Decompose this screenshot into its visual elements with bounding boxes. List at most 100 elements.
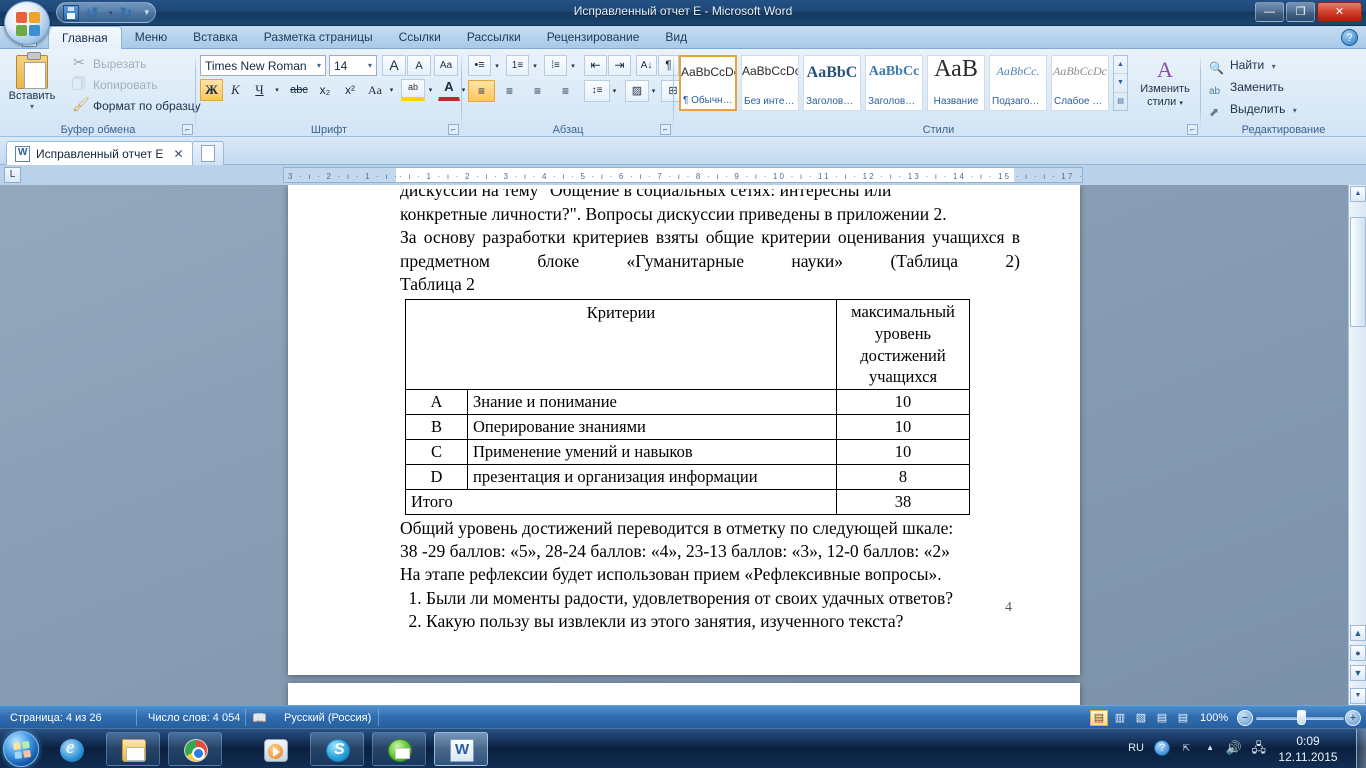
- subscript-button[interactable]: x₂: [313, 79, 337, 101]
- bullets-dropdown-icon[interactable]: ▾: [491, 55, 503, 76]
- document-tab-active[interactable]: Исправленный отчет Е ✕: [6, 141, 193, 165]
- select-dropdown-icon[interactable]: ▾: [1293, 106, 1297, 115]
- highlight-dropdown-icon[interactable]: ▾: [425, 79, 436, 101]
- font-color-button[interactable]: A: [438, 79, 460, 101]
- styles-gallery-scroll[interactable]: ▲ ▼ ▤: [1113, 55, 1128, 111]
- change-case-dropdown-icon[interactable]: ▾: [386, 79, 397, 101]
- change-styles-button[interactable]: A Изменить стили ▾: [1135, 57, 1195, 110]
- decrease-indent-button[interactable]: ⇤: [584, 55, 607, 76]
- clock[interactable]: 0:09 12.11.2015: [1264, 733, 1352, 765]
- style-item-normal[interactable]: AaBbCcDc ¶ Обычный: [679, 55, 737, 111]
- paragraph-dialog-launcher-icon[interactable]: ⌐: [660, 124, 671, 135]
- styles-more-icon[interactable]: ▤: [1114, 93, 1127, 110]
- underline-button[interactable]: Ч: [248, 79, 271, 101]
- bullets-button[interactable]: •≡: [468, 55, 491, 76]
- styles-dialog-launcher-icon[interactable]: ⌐: [1187, 124, 1198, 135]
- view-draft-button[interactable]: ▤: [1174, 710, 1192, 726]
- line-spacing-dropdown-icon[interactable]: ▾: [609, 80, 620, 102]
- replace-button[interactable]: ab Заменить: [1209, 77, 1284, 97]
- chevron-down-icon[interactable]: ▾: [368, 61, 372, 70]
- multilevel-list-button[interactable]: ⁞≡: [544, 55, 567, 76]
- select-button[interactable]: ⬈ Выделить ▾: [1209, 99, 1297, 119]
- superscript-button[interactable]: x²: [338, 79, 362, 101]
- redo-icon[interactable]: ↻: [120, 5, 136, 21]
- zoom-out-button[interactable]: −: [1237, 710, 1253, 726]
- tab-vstavka[interactable]: Вставка: [180, 26, 251, 49]
- new-document-tab[interactable]: [192, 141, 224, 165]
- paste-dropdown-icon[interactable]: ▾: [6, 102, 58, 111]
- view-web-layout-button[interactable]: ▧: [1132, 710, 1150, 726]
- page-status[interactable]: Страница: 4 из 26: [10, 710, 102, 726]
- style-item-title[interactable]: АаВ Название: [927, 55, 985, 111]
- close-button[interactable]: ✕: [1317, 2, 1362, 22]
- tab-glavnaya[interactable]: Главная: [48, 26, 122, 49]
- scrollbar-thumb[interactable]: [1350, 217, 1366, 327]
- scroll-up-icon[interactable]: ▲: [1350, 186, 1366, 202]
- shrink-font-button[interactable]: A: [407, 55, 431, 76]
- tab-ssylki[interactable]: Ссылки: [386, 26, 454, 49]
- customize-qat-icon[interactable]: ▾: [145, 7, 150, 18]
- taskbar-item-microsoft-word[interactable]: [434, 732, 488, 766]
- font-size-input[interactable]: 14 ▾: [329, 55, 377, 76]
- tray-help-icon[interactable]: ?: [1154, 740, 1170, 756]
- tab-menu[interactable]: Меню: [122, 26, 180, 49]
- select-browse-object-icon[interactable]: ●: [1350, 645, 1366, 661]
- view-outline-button[interactable]: ▤: [1153, 710, 1171, 726]
- style-item-heading-1[interactable]: AaBbC Заголово…: [803, 55, 861, 111]
- multilevel-dropdown-icon[interactable]: ▾: [567, 55, 579, 76]
- style-item-heading-2[interactable]: AaBbCc Заголово…: [865, 55, 923, 111]
- align-left-button[interactable]: ≡: [468, 80, 495, 102]
- undo-dropdown-icon[interactable]: ▾: [109, 9, 113, 17]
- clear-formatting-button[interactable]: Aa: [434, 55, 458, 76]
- language-status[interactable]: Русский (Россия): [258, 710, 371, 726]
- taskbar-item-media-player[interactable]: [248, 732, 302, 766]
- styles-scroll-down-icon[interactable]: ▼: [1114, 74, 1127, 93]
- copy-button[interactable]: Копировать: [72, 74, 158, 95]
- close-icon[interactable]: ✕: [173, 147, 183, 161]
- zoom-level-label[interactable]: 100%: [1200, 710, 1228, 726]
- help-icon[interactable]: ?: [1341, 29, 1358, 46]
- cut-button[interactable]: Вырезать: [72, 52, 146, 74]
- line-spacing-button[interactable]: ↕≡: [584, 80, 610, 102]
- sort-button[interactable]: A↓: [636, 55, 657, 76]
- document-canvas[interactable]: дискуссии на тему "Общение в социальных …: [0, 185, 1366, 705]
- tab-rassylki[interactable]: Рассылки: [454, 26, 534, 49]
- format-painter-button[interactable]: Формат по образцу: [72, 94, 201, 116]
- paste-button[interactable]: Вставить ▾: [6, 52, 58, 115]
- style-item-subtle-emphasis[interactable]: AaBbCcDc Слабое в…: [1051, 55, 1109, 111]
- page-content[interactable]: дискуссии на тему "Общение в социальных …: [400, 189, 1020, 633]
- italic-button[interactable]: К: [224, 79, 247, 101]
- justify-button[interactable]: ≡: [552, 80, 579, 102]
- start-button[interactable]: [3, 731, 39, 767]
- shading-button[interactable]: ▨: [625, 80, 649, 102]
- tray-expand-icon[interactable]: ⇱: [1182, 741, 1190, 755]
- document-page[interactable]: дискуссии на тему "Общение в социальных …: [288, 185, 1080, 675]
- scroll-down-icon[interactable]: ▼: [1350, 688, 1366, 704]
- next-page-icon[interactable]: ▼: [1350, 665, 1366, 681]
- criteria-table[interactable]: Критерии максимальный уровень достижений…: [405, 299, 970, 515]
- horizontal-ruler[interactable]: 3 · ı · 2 · ı · 1 · ı · · ı · 1 · ı · 2 …: [283, 167, 1083, 183]
- tab-recenzirovanie[interactable]: Рецензирование: [534, 26, 653, 49]
- underline-dropdown-icon[interactable]: ▾: [271, 79, 283, 101]
- change-case-button[interactable]: Aa: [363, 79, 387, 101]
- font-name-input[interactable]: Times New Roman ▾: [200, 55, 326, 76]
- style-item-subtitle[interactable]: AaBbCc. Подзагол…: [989, 55, 1047, 111]
- undo-icon[interactable]: ↺: [86, 5, 102, 21]
- office-button[interactable]: [4, 1, 50, 45]
- taskbar-item-google-chrome[interactable]: [168, 732, 222, 766]
- taskbar-item-internet-explorer[interactable]: [44, 732, 98, 766]
- bold-button[interactable]: Ж: [200, 79, 223, 101]
- view-full-screen-reading-button[interactable]: ▥: [1111, 710, 1129, 726]
- strikethrough-button[interactable]: abc: [286, 79, 312, 101]
- show-hidden-icons-icon[interactable]: ▲: [1206, 741, 1214, 755]
- tab-razmetka-stranicy[interactable]: Разметка страницы: [251, 26, 386, 49]
- volume-icon[interactable]: 🔊: [1226, 741, 1242, 755]
- change-styles-dropdown-icon[interactable]: ▾: [1179, 100, 1183, 107]
- show-desktop-button[interactable]: [1356, 729, 1366, 768]
- taskbar-item-windows-explorer[interactable]: [106, 732, 160, 766]
- maximize-button[interactable]: ❐: [1286, 2, 1315, 22]
- styles-scroll-up-icon[interactable]: ▲: [1114, 56, 1127, 75]
- align-center-button[interactable]: ≡: [496, 80, 523, 102]
- increase-indent-button[interactable]: ⇥: [608, 55, 631, 76]
- zoom-in-button[interactable]: +: [1345, 710, 1361, 726]
